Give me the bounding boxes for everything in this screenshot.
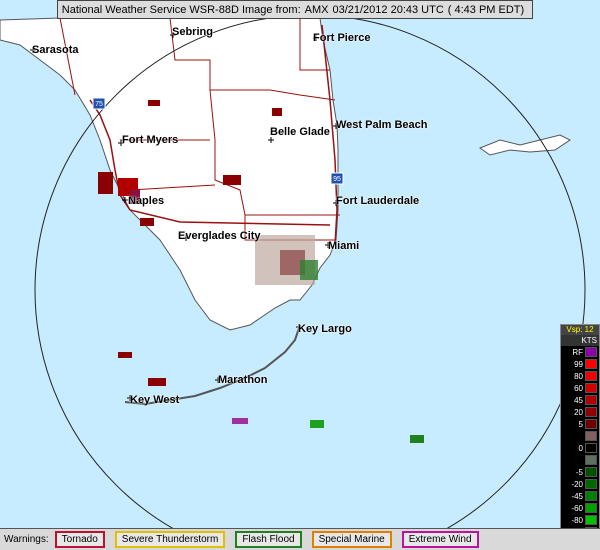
legend-value-label: 45 [574,395,583,405]
legend-color-swatch [585,407,597,417]
warning-severe-thunderstorm-button[interactable]: Severe Thunderstorm [114,531,226,548]
legend-row: -5 [561,466,599,478]
legend-rows: RF998060452050-5-20-45-60-80-99ND [561,346,599,550]
city-label-fort-myers: Fort Myers [122,134,179,146]
city-label-belle-glade: Belle Glade [270,126,330,138]
city-label-fort-pierce: Fort Pierce [313,32,371,44]
legend-row [561,454,599,466]
legend-value-label: -20 [571,479,583,489]
legend-color-swatch [585,431,597,441]
legend-unit: KTS [561,335,599,346]
legend-row: 0 [561,442,599,454]
legend-header: Vsp: 12 [561,325,599,335]
legend-color-swatch [585,503,597,513]
legend-value-label: 80 [574,371,583,381]
city-label-naples: Naples [128,195,165,207]
warning-flash-flood-button[interactable]: Flash Flood [235,531,302,548]
legend-row: 60 [561,382,599,394]
legend-color-swatch [585,479,597,489]
warning-extreme-wind-button[interactable]: Extreme Wind [401,531,479,548]
title-prefix: National Weather Service WSR-88D Image f… [61,3,301,16]
city-label-sarasota: Sarasota [32,44,79,56]
legend-color-swatch [585,515,597,525]
velocity-legend: Vsp: 12 KTS RF 99 80 60 45 20 5 0 -5 -20 -45 -60 -80… [560,324,600,549]
legend-row: -80 [561,514,599,526]
legend-row: 45 [561,394,599,406]
image-title-bar: National Weather Service WSR-88D Image f… [57,0,533,19]
legend-color-swatch [585,359,597,369]
legend-value-label: 0 [578,443,583,453]
legend-row: -20 [561,478,599,490]
legend-row [561,430,599,442]
svg-text:75: 75 [95,101,103,108]
legend-value-label: -45 [571,491,583,501]
warning-special-marine-button[interactable]: Special Marine [311,531,392,548]
city-label-everglades-city: Everglades City [178,230,261,242]
legend-row: 80 [561,370,599,382]
city-label-key-largo: Key Largo [298,323,352,335]
title-station: AMX [304,3,329,16]
legend-color-swatch [585,467,597,477]
legend-color-swatch [585,455,597,465]
city-label-fort-lauderdale: Fort Lauderdale [336,195,420,207]
legend-row: 20 [561,406,599,418]
warnings-label: Warnings: [4,534,49,545]
legend-value-label: 20 [574,407,583,417]
legend-row: 5 [561,418,599,430]
city-label-miami: Miami [328,240,360,252]
svg-text:95: 95 [333,176,341,183]
highway-shield-95: 95 [330,172,344,185]
city-label-west-palm-beach: West Palm Beach [336,119,428,131]
legend-value-label: -80 [571,515,583,525]
legend-value-label: 60 [574,383,583,393]
legend-color-swatch [585,419,597,429]
city-label-sebring: Sebring [172,26,213,38]
legend-color-swatch [585,383,597,393]
legend-value-label: -5 [575,467,583,477]
legend-color-swatch [585,395,597,405]
warnings-bar: Warnings: Tornado Severe Thunderstorm Fl… [0,528,600,550]
title-datetime: 03/21/2012 20:43 UTC [332,3,444,16]
legend-row: -45 [561,490,599,502]
legend-color-swatch [585,371,597,381]
city-label-marathon: Marathon [218,374,268,386]
legend-color-swatch [585,443,597,453]
highway-shield-75: 75 [92,97,106,110]
legend-value-label: -60 [571,503,583,513]
legend-row: RF [561,346,599,358]
radar-map: 75 95 [0,0,600,528]
legend-row: -60 [561,502,599,514]
legend-color-swatch [585,491,597,501]
legend-color-swatch [585,347,597,357]
legend-value-label: 99 [574,359,583,369]
city-label-key-west: Key West [130,394,180,406]
title-local: ( 4:43 PM EDT) [447,3,525,16]
legend-value-label: 5 [578,419,583,429]
warning-tornado-button[interactable]: Tornado [54,531,105,548]
legend-value-label: RF [572,347,583,357]
legend-row: 99 [561,358,599,370]
